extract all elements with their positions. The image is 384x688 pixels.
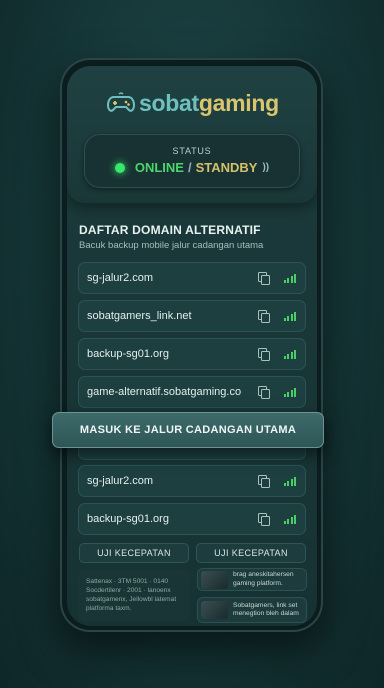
gamepad-icon: [107, 92, 135, 112]
copy-icon[interactable]: [257, 348, 270, 361]
card-thumbnail: [201, 570, 228, 589]
card-text: Sobatgamers, link set menegtion bleh dal…: [233, 601, 299, 618]
status-separator: /: [187, 160, 192, 175]
status-card: STATUS ONLINE / STANDBY )): [84, 134, 300, 188]
logo: sobatgaming: [107, 88, 287, 118]
enter-backup-route-button[interactable]: MASUK KE JALUR CADANGAN UTAMA: [52, 412, 324, 448]
signal-icon: [283, 349, 296, 359]
info-line: Sattenax · 3TM 5001 · 0140: [86, 578, 169, 585]
copy-icon[interactable]: [257, 272, 270, 285]
copy-icon[interactable]: [257, 475, 270, 488]
signal-icon: [283, 273, 296, 283]
domain-list-title: DAFTAR DOMAIN ALTERNATIF: [79, 223, 261, 237]
domain-url: sg-jalur2.com: [87, 272, 154, 284]
signal-icon: [283, 476, 296, 486]
status-standby: STANDBY: [195, 160, 258, 175]
domain-url: sobatgamers_link.net: [87, 310, 192, 322]
info-line: Socdertilenr · 2001 · lanoenx: [86, 587, 171, 594]
domain-row[interactable]: backup-sg01.org: [78, 338, 306, 370]
domain-row[interactable]: backup-sg01.org: [78, 503, 306, 535]
info-text-panel: Sattenax · 3TM 5001 · 0140 Socdertilenr …: [78, 570, 190, 622]
info-line: platforma taxm.: [86, 605, 132, 612]
copy-icon[interactable]: [257, 513, 270, 526]
status-row: ONLINE / STANDBY )): [84, 160, 300, 175]
domain-row[interactable]: game-alternatif.sobatgaming.co: [78, 376, 306, 408]
domain-row[interactable]: sg-jalur2.com: [78, 465, 306, 497]
domain-row[interactable]: sobatgamers_link.net: [78, 300, 306, 332]
domain-url: sg-jalur2.com: [87, 475, 154, 487]
header: sobatgaming STATUS ONLINE / STANDBY )): [67, 66, 317, 203]
domain-url: game-alternatif.sobatgaming.co: [87, 386, 242, 398]
status-label: STATUS: [172, 146, 212, 156]
domain-row[interactable]: sg-jalur2.com: [78, 262, 306, 294]
card-thumbnail: [201, 601, 228, 619]
promo-card[interactable]: brag aneskitahersen gaming platform.: [197, 568, 307, 591]
info-line: sobatgamenx, Jellowbl latemat: [86, 596, 177, 603]
card-text: brag aneskitahersen gaming platform.: [233, 571, 294, 587]
brand-name: sobatgaming: [139, 89, 279, 116]
speed-test-button[interactable]: UJI KECEPATAN: [79, 543, 189, 563]
signal-icon: [283, 387, 296, 397]
domain-url: backup-sg01.org: [87, 513, 169, 525]
status-dot-icon: [114, 162, 125, 173]
copy-icon[interactable]: [257, 386, 270, 399]
speed-test-button[interactable]: UJI KECEPATAN: [196, 543, 306, 563]
signal-wave-icon: )): [262, 162, 270, 173]
status-online: ONLINE: [134, 160, 184, 175]
signal-icon: [283, 514, 296, 524]
domain-url: backup-sg01.org: [87, 348, 169, 360]
domain-list-subtitle: Bacuk backup mobile jalur cadangan utama: [79, 240, 264, 251]
signal-icon: [283, 311, 296, 321]
promo-card[interactable]: Sobatgamers, link set menegtion bleh dal…: [197, 597, 307, 623]
copy-icon[interactable]: [257, 310, 270, 323]
